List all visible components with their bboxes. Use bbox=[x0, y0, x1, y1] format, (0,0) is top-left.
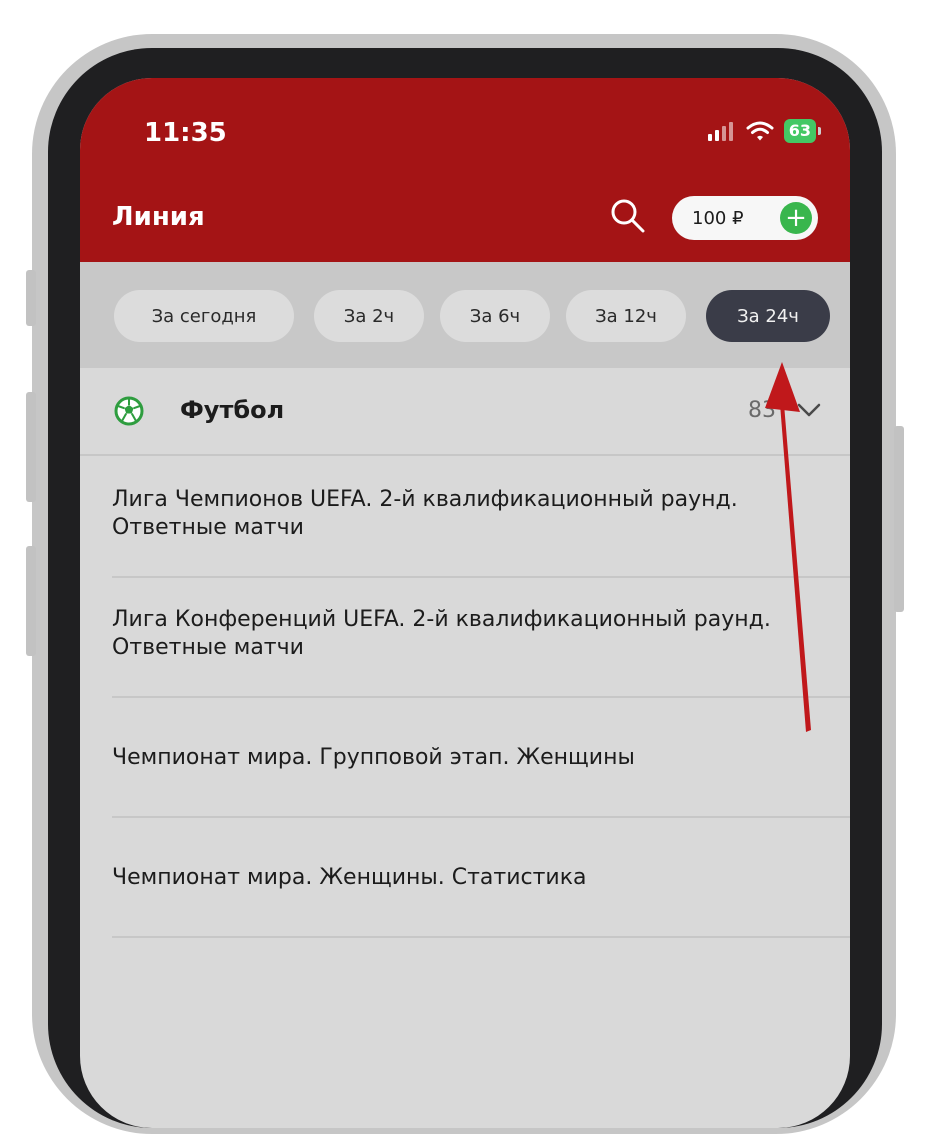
list-divider bbox=[112, 576, 850, 578]
status-icons: 63 bbox=[707, 118, 822, 144]
phone-side-button bbox=[26, 270, 36, 326]
soccer-ball-icon bbox=[114, 396, 144, 426]
league-item-champions-league[interactable]: Лига Чемпионов UEFA. 2-й квалификационны… bbox=[112, 486, 832, 542]
sport-name: Футбол bbox=[180, 396, 285, 424]
battery-icon: 63 bbox=[783, 119, 822, 143]
app-screen: 11:35 63 Линия 100 ₽ + За сегодня За 2ч … bbox=[80, 78, 850, 1128]
search-icon bbox=[611, 199, 645, 233]
league-item-world-cup-women[interactable]: Чемпионат мира. Групповой этап. Женщины bbox=[112, 744, 832, 772]
filter-today[interactable]: За сегодня bbox=[114, 290, 294, 342]
signal-icon bbox=[707, 122, 733, 141]
filter-24h[interactable]: За 24ч bbox=[706, 290, 830, 342]
filter-6h[interactable]: За 6ч bbox=[440, 290, 550, 342]
sport-event-count: 83 bbox=[748, 398, 776, 423]
list-divider bbox=[112, 936, 850, 938]
page-title: Линия bbox=[112, 202, 205, 232]
filter-12h[interactable]: За 12ч bbox=[566, 290, 686, 342]
league-item-conference-league[interactable]: Лига Конференций UEFA. 2-й квалификацион… bbox=[112, 606, 832, 662]
filter-2h[interactable]: За 2ч bbox=[314, 290, 424, 342]
chevron-down-icon[interactable] bbox=[796, 402, 822, 418]
time-filter-bar: За сегодня За 2ч За 6ч За 12ч За 24ч bbox=[80, 262, 850, 368]
plus-icon[interactable]: + bbox=[780, 202, 812, 234]
search-button[interactable] bbox=[608, 196, 648, 236]
list-divider bbox=[112, 696, 850, 698]
status-time: 11:35 bbox=[144, 118, 227, 148]
phone-volume-down bbox=[26, 546, 36, 656]
league-item-world-cup-women-stats[interactable]: Чемпионат мира. Женщины. Статистика bbox=[112, 864, 832, 892]
sport-row-football[interactable]: Футбол 83 bbox=[80, 368, 850, 456]
balance-amount: 100 ₽ bbox=[692, 207, 744, 229]
balance-button[interactable]: 100 ₽ + bbox=[672, 196, 818, 240]
app-header: 11:35 63 Линия 100 ₽ + bbox=[80, 78, 850, 262]
list-divider bbox=[112, 816, 850, 818]
wifi-icon bbox=[746, 121, 774, 141]
phone-power-button bbox=[894, 426, 904, 612]
phone-volume-up bbox=[26, 392, 36, 502]
